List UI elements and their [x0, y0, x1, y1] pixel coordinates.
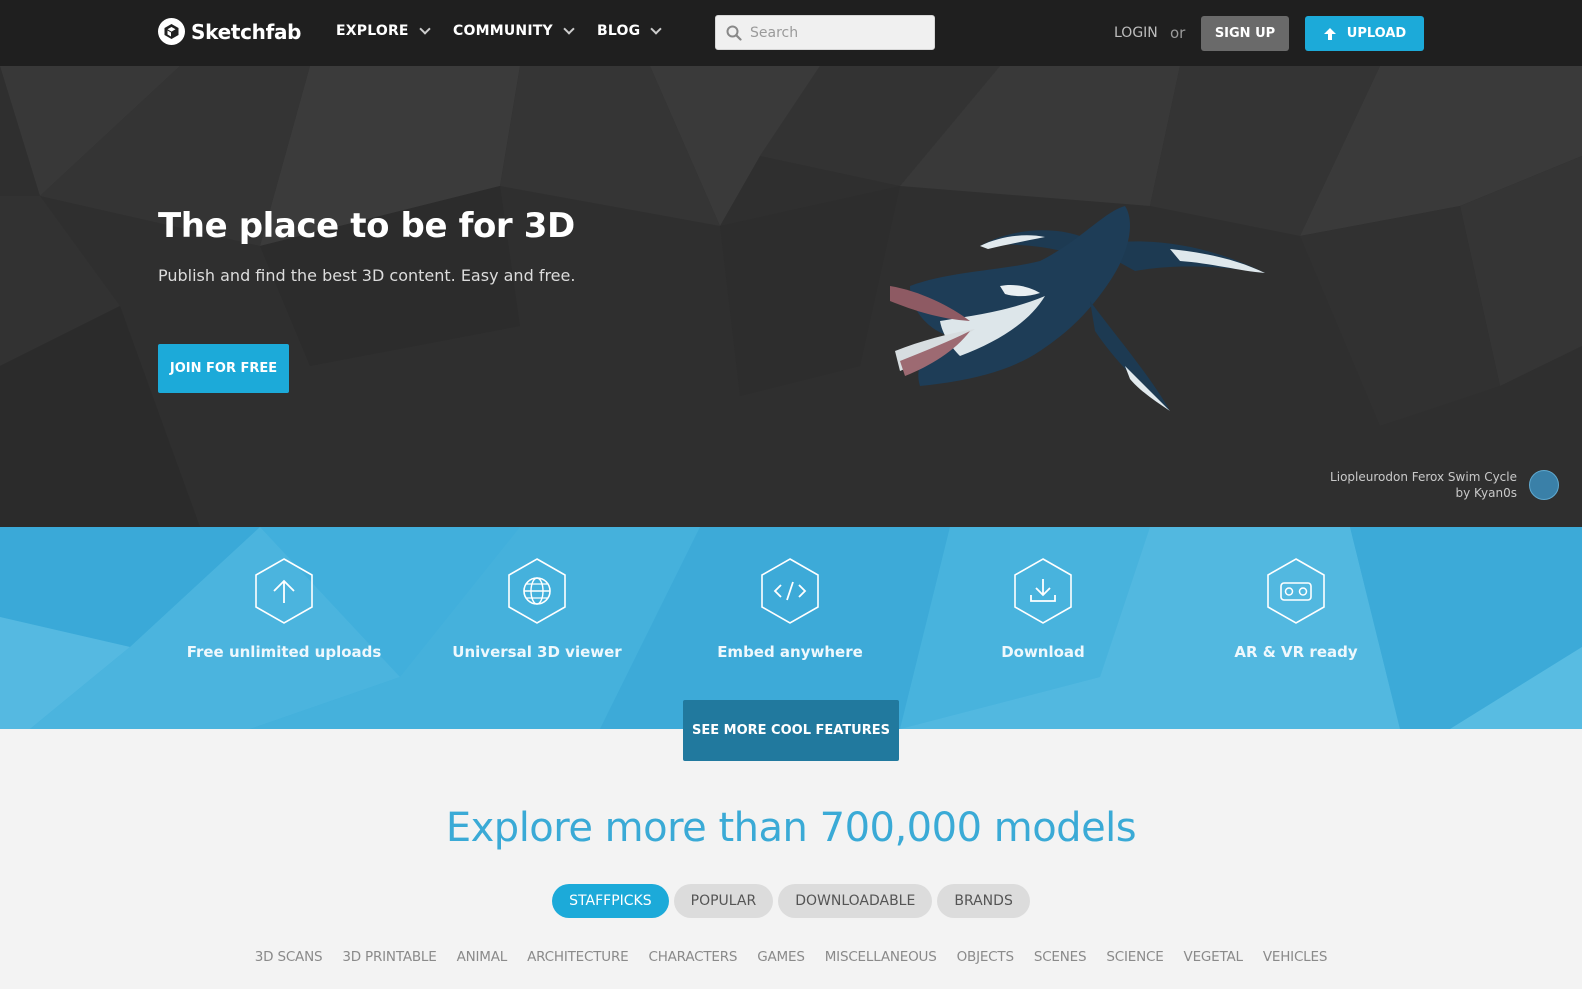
feature-embed: Embed anywhere: [690, 557, 890, 661]
explore-title: Explore more than 700,000 models: [445, 805, 1137, 851]
nav-explore-label: EXPLORE: [336, 23, 409, 39]
search-box: [715, 15, 935, 50]
category-vehicles[interactable]: VEHICLES: [1263, 949, 1328, 965]
upload-icon: [255, 558, 313, 624]
author-avatar[interactable]: [1529, 470, 1559, 500]
logo-text: Sketchfab: [191, 19, 302, 44]
feature-ar-vr-label: AR & VR ready: [1234, 643, 1358, 661]
category-links: 3D SCANS 3D PRINTABLE ANIMAL ARCHITECTUR…: [0, 949, 1582, 965]
nav-blog[interactable]: BLOG: [597, 22, 662, 39]
category-3d-printable[interactable]: 3D PRINTABLE: [342, 949, 436, 965]
filter-tabs: STAFFPICKS POPULAR DOWNLOADABLE BRANDS: [0, 884, 1582, 918]
liopleurodon-3d-model-image[interactable]: [880, 201, 1280, 421]
category-vegetal[interactable]: VEGETAL: [1184, 949, 1244, 965]
nav-explore[interactable]: EXPLORE: [336, 22, 431, 39]
category-objects[interactable]: OBJECTS: [957, 949, 1014, 965]
upload-button[interactable]: UPLOAD: [1305, 16, 1424, 51]
feature-ar-vr: AR & VR ready: [1196, 557, 1396, 661]
category-miscellaneous[interactable]: MISCELLANEOUS: [825, 949, 937, 965]
features-section: Free unlimited uploads Universal 3D view…: [0, 527, 1582, 729]
feature-embed-label: Embed anywhere: [717, 643, 863, 661]
category-games[interactable]: GAMES: [757, 949, 805, 965]
chevron-down-icon: [419, 22, 431, 35]
chevron-down-icon: [650, 22, 662, 35]
nav-community-label: COMMUNITY: [453, 23, 553, 39]
credit-author: by Kyan0s: [1455, 486, 1517, 500]
search-input[interactable]: [750, 24, 920, 41]
filter-downloadable[interactable]: DOWNLOADABLE: [778, 884, 933, 918]
join-for-free-button[interactable]: JOIN FOR FREE: [158, 344, 289, 393]
hero-subtitle: Publish and find the best 3D content. Ea…: [158, 266, 576, 285]
chevron-down-icon: [563, 22, 575, 35]
see-more-features-button[interactable]: SEE MORE COOL FEATURES: [683, 700, 899, 761]
or-text: or: [1170, 24, 1186, 42]
hero-polygon-background: [0, 66, 1582, 527]
code-icon: [761, 558, 819, 624]
vr-headset-icon: [1267, 558, 1325, 624]
signup-button[interactable]: SIGN UP: [1201, 16, 1289, 51]
category-characters[interactable]: CHARACTERS: [648, 949, 737, 965]
hero-section: The place to be for 3D Publish and find …: [0, 66, 1582, 527]
category-science[interactable]: SCIENCE: [1106, 949, 1163, 965]
filter-brands[interactable]: BRANDS: [937, 884, 1030, 918]
feature-download-label: Download: [1001, 643, 1085, 661]
category-animal[interactable]: ANIMAL: [457, 949, 508, 965]
login-link[interactable]: LOGIN: [1114, 25, 1158, 41]
nav-blog-label: BLOG: [597, 23, 641, 39]
filter-popular[interactable]: POPULAR: [673, 884, 774, 918]
category-3d-scans[interactable]: 3D SCANS: [255, 949, 323, 965]
model-credit[interactable]: Liopleurodon Ferox Swim Cycle by Kyan0s: [1330, 469, 1517, 501]
feature-download: Download: [943, 557, 1143, 661]
hero-title: The place to be for 3D: [158, 206, 575, 246]
search-icon: [726, 25, 742, 41]
cube-logo-icon: [158, 18, 185, 45]
globe-icon: [508, 558, 566, 624]
nav-community[interactable]: COMMUNITY: [453, 22, 575, 39]
upload-label: UPLOAD: [1346, 26, 1407, 41]
feature-viewer-label: Universal 3D viewer: [452, 643, 622, 661]
sketchfab-logo[interactable]: Sketchfab: [158, 18, 302, 45]
download-icon: [1014, 558, 1072, 624]
feature-uploads: Free unlimited uploads: [184, 557, 384, 661]
category-scenes[interactable]: SCENES: [1034, 949, 1087, 965]
filter-staffpicks[interactable]: STAFFPICKS: [552, 884, 669, 918]
top-navbar: Sketchfab EXPLORE COMMUNITY BLOG LOGIN o…: [0, 0, 1582, 66]
category-architecture[interactable]: ARCHITECTURE: [527, 949, 629, 965]
credit-title: Liopleurodon Ferox Swim Cycle: [1330, 470, 1517, 484]
feature-uploads-label: Free unlimited uploads: [186, 643, 382, 661]
arrow-up-icon: [1323, 27, 1336, 40]
feature-viewer: Universal 3D viewer: [437, 557, 637, 661]
